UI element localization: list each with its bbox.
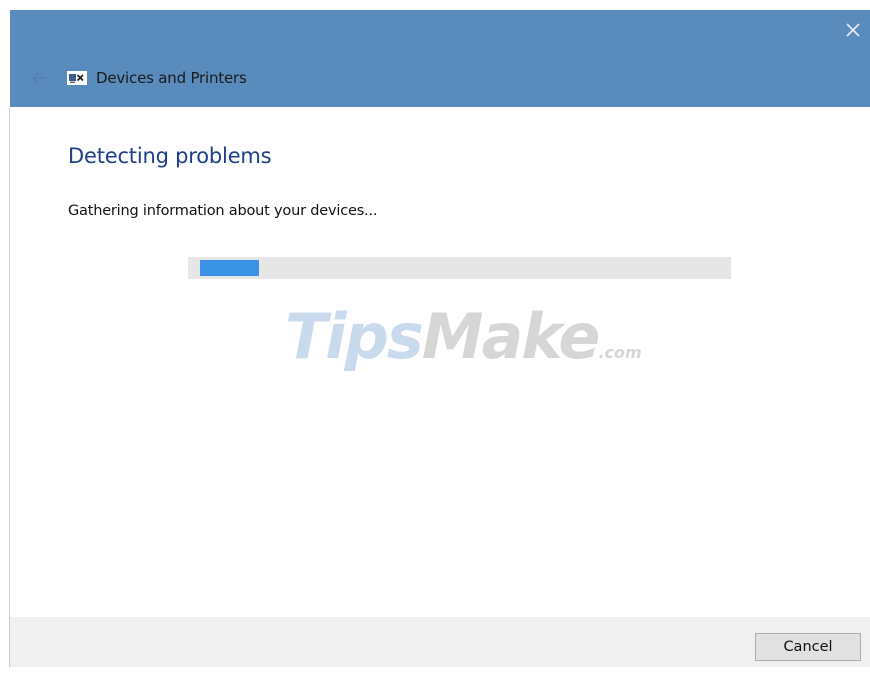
- back-arrow-icon: [31, 72, 46, 84]
- close-button[interactable]: [836, 10, 870, 50]
- progress-bar-fill: [200, 260, 259, 276]
- progress-bar: [188, 257, 731, 279]
- footer-bar: Cancel: [10, 617, 870, 667]
- devices-printers-icon: [67, 71, 87, 85]
- bottom-margin: [9, 667, 870, 675]
- close-icon: [846, 23, 860, 37]
- watermark-logo: TipsMake.com: [285, 300, 642, 373]
- title-bar: Devices and Printers: [10, 10, 870, 107]
- window-title: Devices and Printers: [96, 69, 247, 87]
- page-title: Detecting problems: [68, 144, 272, 168]
- back-button[interactable]: [26, 65, 52, 91]
- troubleshooter-window: Devices and Printers Detecting problems …: [0, 0, 870, 675]
- status-text: Gathering information about your devices…: [68, 203, 378, 219]
- cancel-button[interactable]: Cancel: [755, 633, 861, 661]
- window-title-area: Devices and Printers: [67, 68, 247, 88]
